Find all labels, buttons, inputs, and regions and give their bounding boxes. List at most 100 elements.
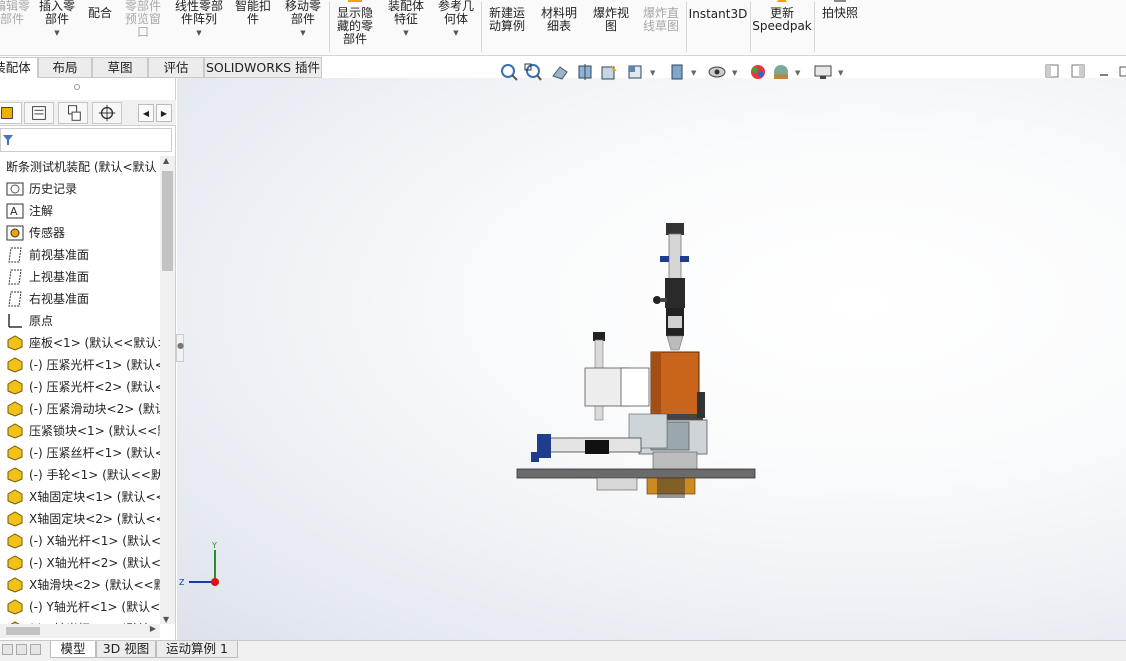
tab-evaluate[interactable]: 评估	[148, 57, 204, 78]
tab-sketch[interactable]: 草图	[92, 57, 148, 78]
component-preview-button[interactable]: 零部件 预览窗 口	[120, 0, 166, 52]
view-orientation-icon[interactable]	[625, 62, 645, 82]
view-settings-icon[interactable]	[813, 62, 833, 82]
scroll-up-icon[interactable]: ▲	[163, 156, 169, 165]
section-view-icon[interactable]	[575, 62, 595, 82]
tree-item-top-plane[interactable]: 上视基准面	[4, 266, 160, 288]
chevron-down-icon[interactable]: ▼	[732, 69, 737, 77]
tree-item-part[interactable]: (-) 压紧光杆<1> (默认<	[4, 354, 160, 376]
property-manager-tab-icon[interactable]	[24, 102, 54, 124]
zoom-to-fit-icon[interactable]	[499, 62, 519, 82]
ribbon-divider	[686, 2, 687, 52]
tree-item-part[interactable]: (-) X轴光杆<1> (默认<	[4, 530, 160, 552]
tree-item-history[interactable]: 历史记录	[4, 178, 160, 200]
chevron-down-icon[interactable]: ▼	[691, 69, 696, 77]
tree-item-annotations[interactable]: A 注解	[4, 200, 160, 222]
tree-item-sensors[interactable]: 传感器	[4, 222, 160, 244]
tree-item-label: 历史记录	[29, 182, 78, 196]
tree-item-right-plane[interactable]: 右视基准面	[4, 288, 160, 310]
chevron-down-icon[interactable]: ▼	[382, 27, 430, 40]
tabs-scroll-right-icon[interactable]: ▶	[156, 104, 172, 122]
tile-right-icon[interactable]	[1071, 64, 1085, 78]
tab-motion-study-1[interactable]: 运动算例 1	[156, 641, 238, 658]
tree-item-part[interactable]: X轴固定块<1> (默认<<	[4, 486, 160, 508]
feature-manager-panel: ◀ ▶ 断条测试机装配 (默认<默认 历史记录 A 注解 传感器 前视基准面 上视…	[0, 78, 176, 640]
tab-layout[interactable]: 布局	[38, 57, 92, 78]
chevron-down-icon[interactable]: ▼	[795, 69, 800, 77]
tree-item-part[interactable]: (-) Y轴光杆<1> (默认<<	[4, 596, 160, 618]
tile-left-icon[interactable]	[1045, 64, 1059, 78]
show-hidden-components-button[interactable]: 显示隐 藏的零 部件	[332, 0, 378, 52]
apply-scene-icon[interactable]	[771, 62, 791, 82]
tree-item-part[interactable]: (-) 压紧光杆<2> (默认<	[4, 376, 160, 398]
scroll-right-icon[interactable]: ▶	[150, 624, 156, 633]
assembly-model[interactable]	[177, 78, 1126, 640]
zoom-to-area-icon[interactable]	[523, 62, 543, 82]
restore-icon[interactable]	[1118, 64, 1126, 78]
svg-text:A: A	[10, 205, 18, 218]
mate-button[interactable]: 配合	[82, 0, 118, 52]
tree-item-part[interactable]: 压紧锁块<1> (默认<<默	[4, 420, 160, 442]
prev-tab-icon[interactable]	[16, 644, 27, 655]
tree-item-origin[interactable]: 原点	[4, 310, 160, 332]
edit-appearance-icon[interactable]	[748, 62, 768, 82]
smart-fasteners-button[interactable]: 智能扣 件	[230, 0, 276, 52]
exploded-view-button[interactable]: 爆炸视 图	[588, 0, 634, 52]
tab-3d-view[interactable]: 3D 视图	[96, 641, 156, 658]
panel-grip-icon[interactable]	[74, 84, 80, 90]
previous-view-icon[interactable]	[550, 62, 570, 82]
bill-of-materials-button[interactable]: 材料明 细表	[536, 0, 582, 52]
hide-show-items-icon[interactable]	[707, 62, 727, 82]
tree-item-part[interactable]: (-) 压紧滑动块<2> (默认	[4, 398, 160, 420]
chevron-down-icon[interactable]: ▼	[432, 27, 480, 40]
move-component-label: 移动零 部件	[284, 0, 321, 26]
tree-item-part[interactable]: (-) 手轮<1> (默认<<默	[4, 464, 160, 486]
collapse-panel-icon[interactable]: ●	[177, 341, 184, 350]
dimxpert-tab-icon[interactable]	[92, 102, 122, 124]
tree-item-part[interactable]: X轴滑块<2> (默认<<默	[4, 574, 160, 596]
chevron-down-icon[interactable]: ▼	[280, 27, 326, 40]
tree-item-front-plane[interactable]: 前视基准面	[4, 244, 160, 266]
panel-splitter-handle[interactable]: ●	[176, 334, 184, 362]
minimize-icon[interactable]	[1097, 64, 1111, 78]
chevron-down-icon[interactable]: ▼	[650, 69, 655, 77]
tab-solidworks-addins[interactable]: SOLIDWORKS 插件	[204, 57, 322, 78]
reference-geometry-button[interactable]: 参考几 何体 ▼	[432, 0, 480, 52]
tree-item-part[interactable]: (-) X轴光杆<2> (默认<	[4, 552, 160, 574]
chevron-down-icon[interactable]: ▼	[170, 27, 228, 40]
scroll-down-icon[interactable]: ▼	[163, 615, 169, 624]
tab-assembly[interactable]: 装配体	[0, 57, 38, 78]
next-tab-icon[interactable]	[30, 644, 41, 655]
tree-root-assembly[interactable]: 断条测试机装配 (默认<默认	[0, 156, 158, 178]
tab-model[interactable]: 模型	[50, 641, 96, 658]
insert-component-button[interactable]: 插入零 部件 ▼	[34, 0, 80, 52]
feature-tree-tab-icon[interactable]	[0, 102, 22, 124]
tree-item-label: (-) 手轮<1> (默认<<默	[29, 468, 160, 482]
chevron-down-icon[interactable]: ▼	[34, 27, 80, 40]
graphics-area[interactable]: Y Z	[177, 78, 1126, 640]
explode-line-sketch-button[interactable]: 爆炸直 线草图	[638, 0, 684, 52]
tabs-scroll-left-icon[interactable]: ◀	[138, 104, 154, 122]
display-style-icon[interactable]	[667, 62, 687, 82]
edit-component-button[interactable]: 编辑零 部件	[0, 0, 34, 52]
part-icon	[7, 489, 23, 505]
dynamic-annotation-icon[interactable]	[599, 62, 619, 82]
new-motion-study-button[interactable]: 新建运 动算例	[484, 0, 530, 52]
cylinder-rod	[668, 233, 682, 281]
update-speedpak-button[interactable]: 更新 Speedpak	[752, 0, 812, 52]
tree-item-part[interactable]: 座板<1> (默认<<默认>	[4, 332, 160, 354]
filter-field[interactable]	[0, 128, 172, 152]
assembly-features-button[interactable]: 装配体 特征 ▼	[382, 0, 430, 52]
configuration-manager-tab-icon[interactable]	[58, 102, 88, 124]
first-tab-icon[interactable]	[2, 644, 13, 655]
tree-scroll-thumb[interactable]	[162, 171, 173, 271]
tree-item-part[interactable]: X轴固定块<2> (默认<<	[4, 508, 160, 530]
motor-mount	[652, 451, 698, 471]
instant3d-button[interactable]: Instant3D	[688, 0, 748, 52]
move-component-button[interactable]: 移动零 部件 ▼	[280, 0, 326, 52]
tree-item-part[interactable]: (-) 压紧丝杆<1> (默认<	[4, 442, 160, 464]
take-snapshot-button[interactable]: 拍快照	[816, 0, 864, 52]
linear-pattern-button[interactable]: 线性零部 件阵列 ▼	[170, 0, 228, 52]
tree-hscroll-thumb[interactable]	[6, 627, 40, 635]
chevron-down-icon[interactable]: ▼	[838, 69, 843, 77]
